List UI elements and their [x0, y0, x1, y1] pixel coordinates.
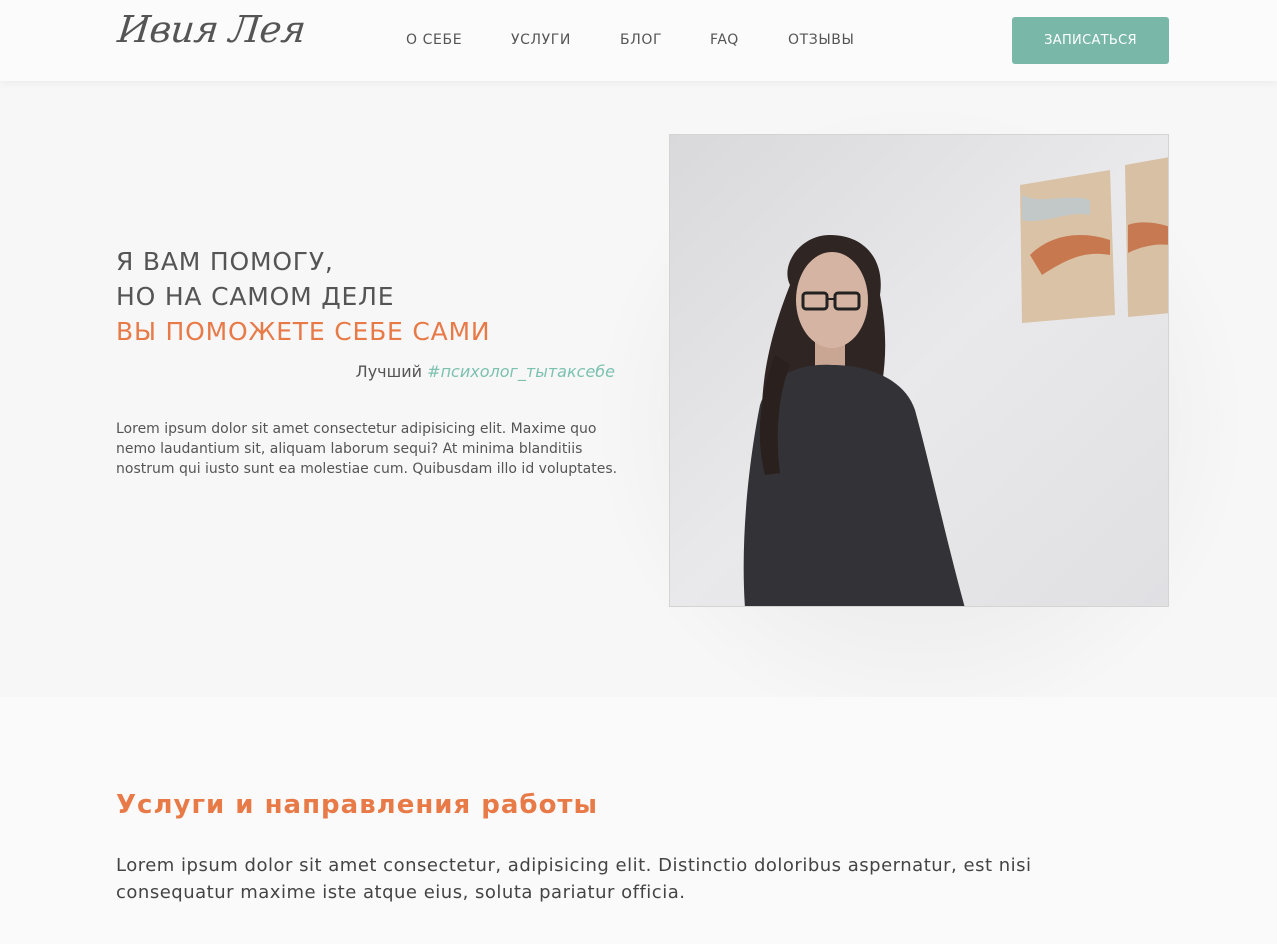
headline-line-1: Я ВАМ ПОМОГУ, — [116, 247, 334, 276]
hero-description: Lorem ipsum dolor sit amet consectetur a… — [116, 421, 618, 477]
nav-item-reviews[interactable]: ОТЗЫВЫ — [788, 32, 854, 48]
nav-item-services[interactable]: УСЛУГИ — [511, 32, 571, 48]
services-description: Lorem ipsum dolor sit amet consectetur, … — [116, 855, 1032, 903]
headline-line-2: НО НА САМОМ ДЕЛЕ — [116, 282, 395, 311]
nav-item-about[interactable]: О СЕБЕ — [406, 32, 462, 48]
portrait-image — [670, 135, 1168, 606]
signup-button[interactable]: ЗАПИСАТЬСЯ — [1012, 17, 1169, 64]
hero-tagline: Лучший #психолог_тытаксебе — [116, 362, 615, 381]
tagline-prefix: Лучший — [355, 362, 428, 381]
nav-item-faq[interactable]: FAQ — [710, 32, 739, 48]
hero-headline: Я ВАМ ПОМОГУ, НО НА САМОМ ДЕЛЕ ВЫ ПОМОЖЕ… — [116, 244, 490, 349]
services-section — [0, 697, 1277, 944]
hero-photo — [669, 134, 1169, 607]
tagline-hashtag[interactable]: #психолог_тытаксебе — [427, 362, 615, 381]
services-title: Услуги и направления работы — [116, 790, 599, 820]
site-header: Ивия Лея О СЕБЕ УСЛУГИ БЛОГ FAQ ОТЗЫВЫ З… — [0, 0, 1277, 81]
wall-painting — [1020, 157, 1168, 323]
nav-item-blog[interactable]: БЛОГ — [620, 32, 662, 48]
headline-accent: ВЫ ПОМОЖЕТЕ СЕБЕ САМИ — [116, 317, 491, 346]
